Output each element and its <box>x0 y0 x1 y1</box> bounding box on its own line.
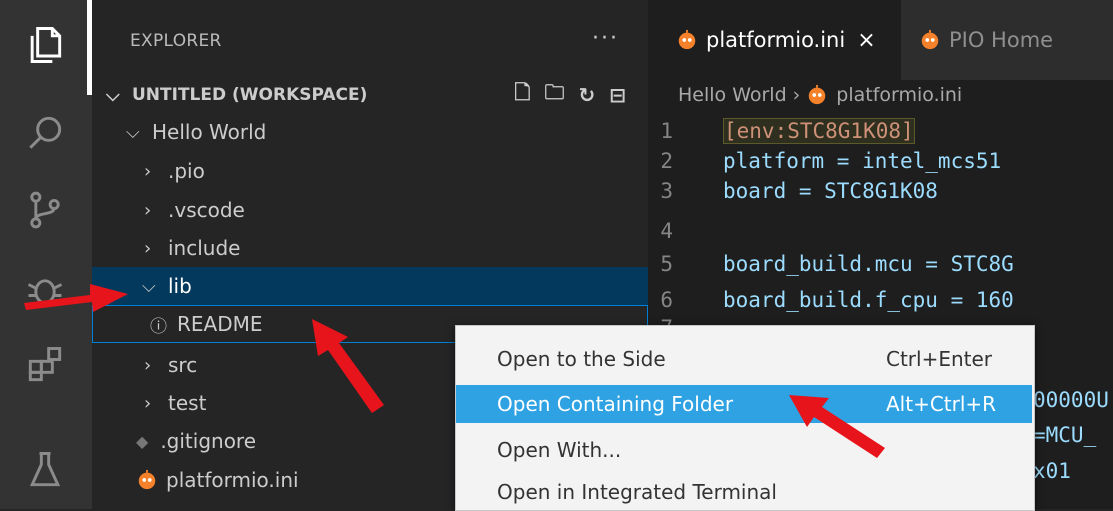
git-file-icon: ◆ <box>136 431 149 451</box>
code-text: board_build.mcu = STC8G <box>723 252 1014 276</box>
platformio-icon <box>138 469 156 490</box>
folder-label: Hello World <box>152 120 267 144</box>
workspace-header[interactable]: ⌵ UNTITLED (WORKSPACE) 🗋 🗀 ↻ ⊟ <box>92 76 648 114</box>
line-number: 5 <box>660 252 673 276</box>
tab-label: PIO Home <box>949 28 1054 52</box>
context-menu: Open to the Side Ctrl+Enter Open Contain… <box>455 325 1035 511</box>
menu-item-label: Open With... <box>497 438 622 462</box>
tree-item-label: .gitignore <box>160 429 257 453</box>
code-text: board = STC8G1K08 <box>723 179 938 203</box>
chevron-right-icon: › <box>144 199 152 221</box>
extensions-icon[interactable] <box>20 340 70 390</box>
new-folder-icon[interactable]: 🗀 <box>544 78 564 112</box>
tree-item-vscode[interactable]: › .vscode <box>92 191 648 229</box>
testing-icon[interactable] <box>20 445 70 495</box>
code-line[interactable]: 4 <box>648 216 1113 246</box>
annotation-arrow-lib <box>24 284 128 312</box>
menu-item-open-with[interactable]: Open With... <box>456 431 1032 469</box>
line-number: 1 <box>660 119 673 143</box>
menu-item-label: Open to the Side <box>497 347 666 371</box>
tab-pio-home[interactable]: PIO Home <box>901 0 1113 80</box>
tree-item-label: .vscode <box>168 198 245 222</box>
collapse-all-icon[interactable]: ⊟ <box>609 83 626 107</box>
tree-item-label: include <box>168 236 241 260</box>
breadcrumb: Hello World › platformio.ini <box>678 80 962 110</box>
workspace-toolbar: 🗋 🗀 ↻ ⊟ <box>514 76 626 114</box>
chevron-down-icon: ⌵ <box>106 84 120 106</box>
code-text: board_build.f_cpu = 160 <box>723 288 1014 312</box>
menu-item-label: Open in Integrated Terminal <box>497 480 777 504</box>
menu-item-open-in-terminal[interactable]: Open in Integrated Terminal <box>456 473 1032 511</box>
line-number: 2 <box>660 149 673 173</box>
code-text: platform = intel_mcs51 <box>723 149 1002 173</box>
new-file-icon[interactable]: 🗋 <box>514 78 530 112</box>
tab-bar: platformio.ini × PIO Home <box>648 0 1113 80</box>
explorer-title: EXPLORER <box>130 31 222 51</box>
code-line[interactable]: 3 board = STC8G1K08 <box>648 176 1113 206</box>
code-fragment: =MCU_ <box>1033 423 1097 447</box>
tree-item-label: README <box>177 312 263 336</box>
chevron-right-icon: › <box>144 160 152 182</box>
tree-item-pio[interactable]: › .pio <box>92 152 648 190</box>
tree-item-label: platformio.ini <box>166 468 299 492</box>
menu-item-label: Open Containing Folder <box>497 392 734 416</box>
tree-item-label: lib <box>168 274 192 298</box>
line-number: 6 <box>660 288 673 312</box>
tab-label: platformio.ini <box>706 28 846 52</box>
more-actions-button[interactable]: ··· <box>592 26 619 51</box>
breadcrumb-folder[interactable]: Hello World <box>678 84 787 106</box>
activity-bar <box>0 0 92 509</box>
menu-item-open-to-side[interactable]: Open to the Side Ctrl+Enter <box>456 340 1032 378</box>
platformio-icon <box>678 29 696 50</box>
tree-item-lib[interactable]: ⌵ lib <box>92 267 648 305</box>
code-line[interactable]: 6 board_build.f_cpu = 160 <box>648 285 1113 315</box>
tree-item-label: .pio <box>168 159 205 183</box>
breadcrumb-separator: › <box>792 84 801 106</box>
line-number: 4 <box>660 219 673 243</box>
code-line[interactable]: 2 platform = intel_mcs51 <box>648 146 1113 176</box>
chevron-down-icon: ⌵ <box>142 275 156 297</box>
chevron-down-icon: ⌵ <box>126 121 140 143</box>
breadcrumb-file[interactable]: platformio.ini <box>836 84 962 106</box>
menu-item-shortcut: Alt+Ctrl+R <box>886 392 997 416</box>
refresh-icon[interactable]: ↻ <box>578 83 595 107</box>
workspace-label: UNTITLED (WORKSPACE) <box>132 85 368 105</box>
annotation-arrow-readme <box>312 319 384 413</box>
platformio-icon <box>809 84 826 105</box>
code-fragment: x01 <box>1033 459 1071 483</box>
code-fragment: 00000U <box>1033 388 1109 412</box>
tree-item-label: test <box>168 391 207 415</box>
tree-item-include[interactable]: › include <box>92 229 648 267</box>
chevron-right-icon: › <box>144 237 152 259</box>
code-line[interactable]: 5 board_build.mcu = STC8G <box>648 249 1113 279</box>
info-icon: ⓘ <box>150 316 167 337</box>
menu-item-open-containing-folder[interactable]: Open Containing Folder Alt+Ctrl+R <box>456 385 1032 423</box>
tab-platformio-ini[interactable]: platformio.ini × <box>648 0 901 80</box>
tree-item-label: src <box>168 353 198 377</box>
code-line[interactable]: 1 [env:STC8G1K08] <box>648 116 1113 146</box>
close-icon[interactable]: × <box>857 28 875 53</box>
search-icon[interactable] <box>20 108 70 158</box>
source-control-icon[interactable] <box>20 185 70 235</box>
chevron-right-icon: › <box>144 354 152 376</box>
menu-item-shortcut: Ctrl+Enter <box>886 347 993 371</box>
explorer-icon[interactable] <box>20 20 70 70</box>
annotation-arrow-menu <box>789 395 885 458</box>
chevron-right-icon: › <box>144 392 152 414</box>
line-number: 3 <box>660 179 673 203</box>
tree-folder-hello-world[interactable]: ⌵ Hello World <box>92 113 648 151</box>
code-text: [env:STC8G1K08] <box>723 118 915 144</box>
platformio-icon <box>921 29 939 50</box>
